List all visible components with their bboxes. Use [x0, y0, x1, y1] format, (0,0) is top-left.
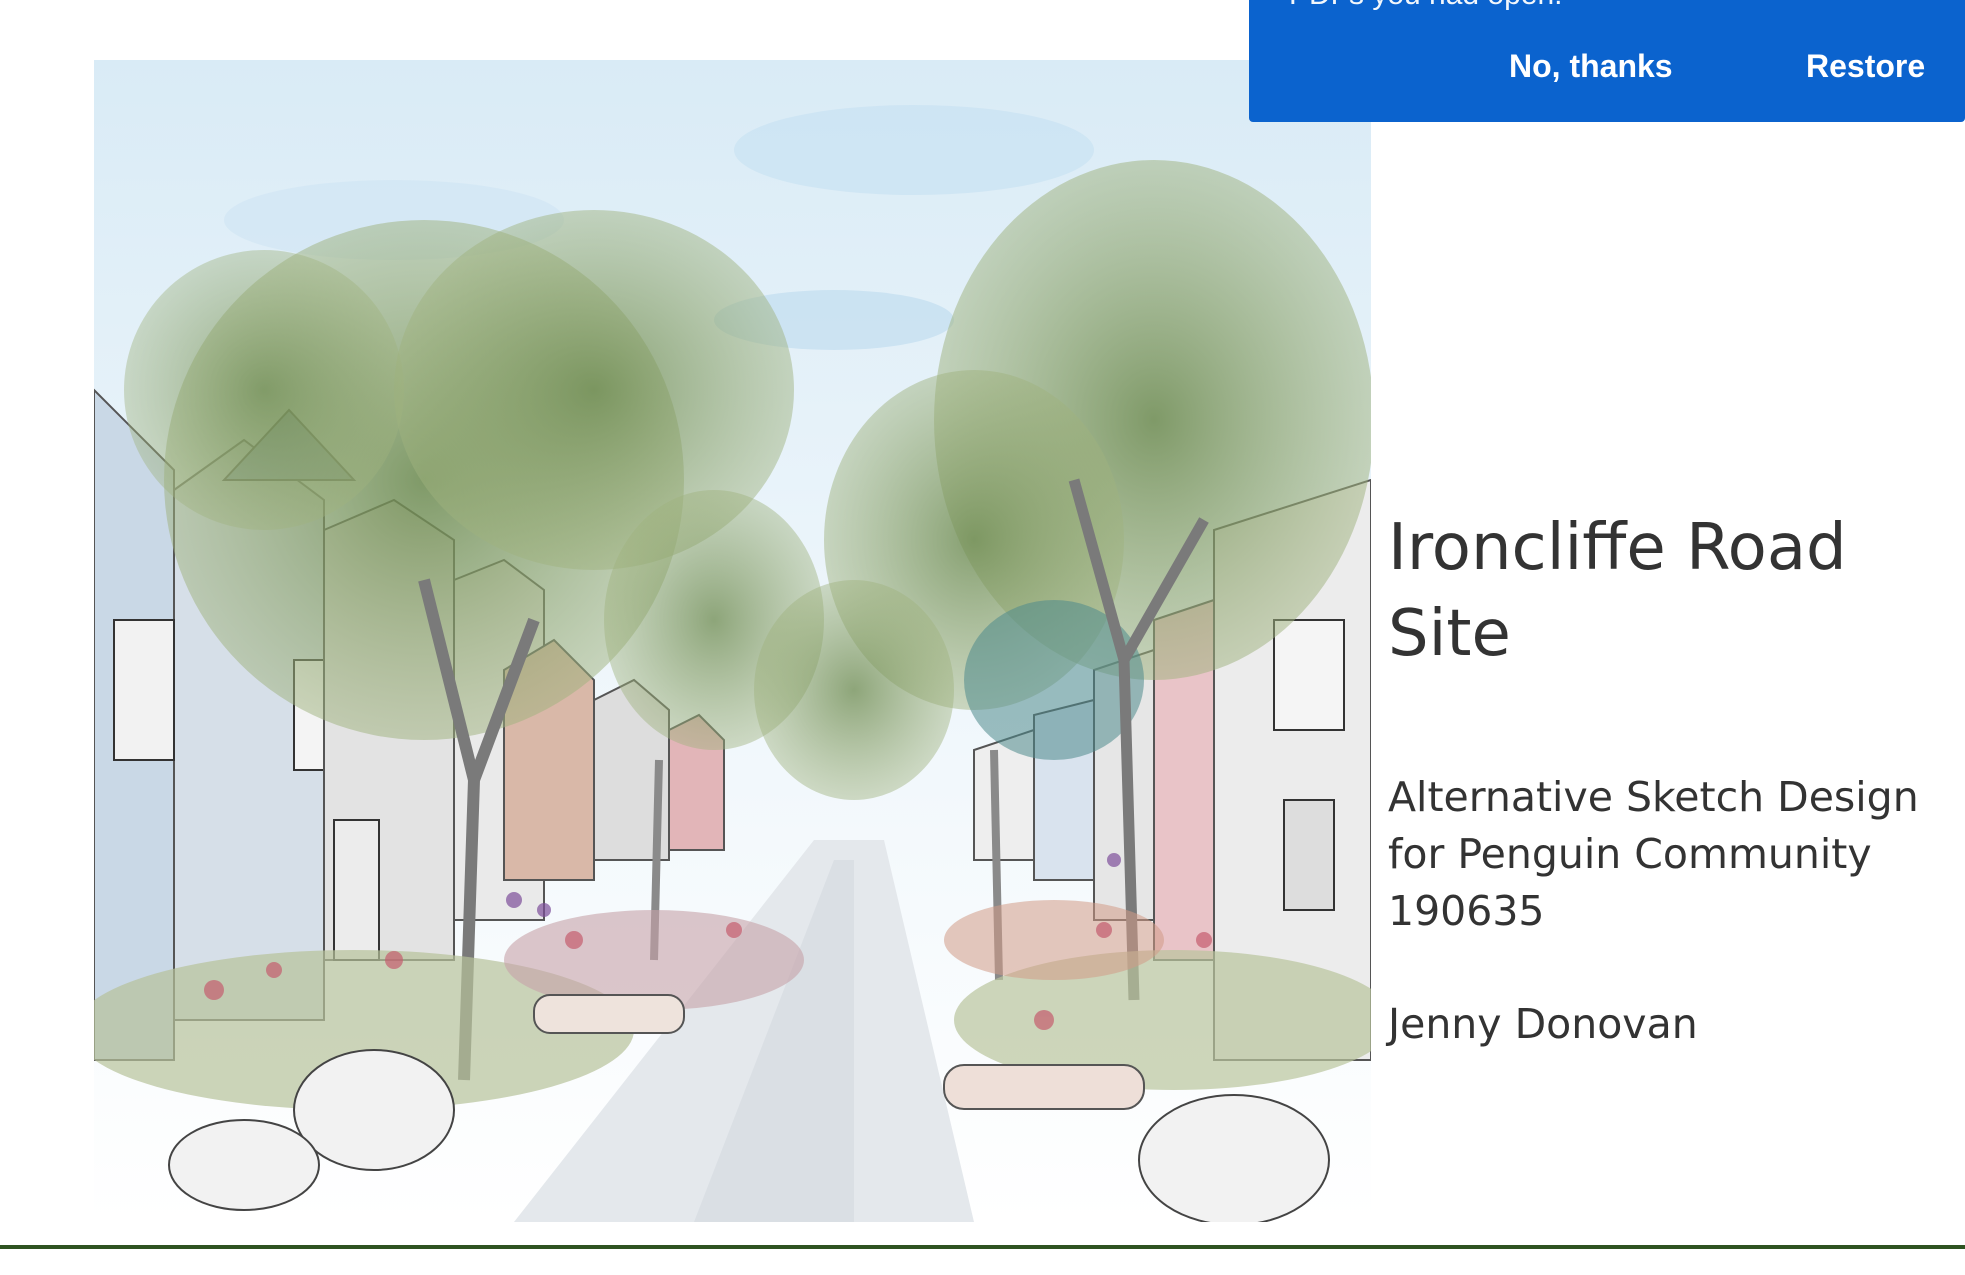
restore-pdfs-notification: PDFs you had open. No, thanks Restore [1249, 0, 1965, 122]
pdf-page: Ironcliffe Road Site Alternative Sketch … [0, 0, 1965, 1275]
street-sketch-illustration [94, 60, 1371, 1222]
subtitle-line: Alternative Sketch Design [1388, 773, 1919, 821]
author-name: Jenny Donovan [1388, 1000, 1698, 1048]
no-thanks-button[interactable]: No, thanks [1509, 48, 1673, 85]
notification-message: PDFs you had open. [1289, 0, 1563, 10]
subtitle-line: 190635 [1388, 887, 1545, 935]
subtitle-line: for Penguin Community [1388, 830, 1872, 878]
page-title: Ironcliffe Road Site [1388, 511, 1847, 671]
restore-button[interactable]: Restore [1806, 48, 1925, 85]
title-block: Ironcliffe Road Site Alternative Sketch … [1388, 505, 1948, 1053]
subtitle: Alternative Sketch Design for Penguin Co… [1388, 769, 1948, 940]
bottom-divider [0, 1245, 1965, 1249]
